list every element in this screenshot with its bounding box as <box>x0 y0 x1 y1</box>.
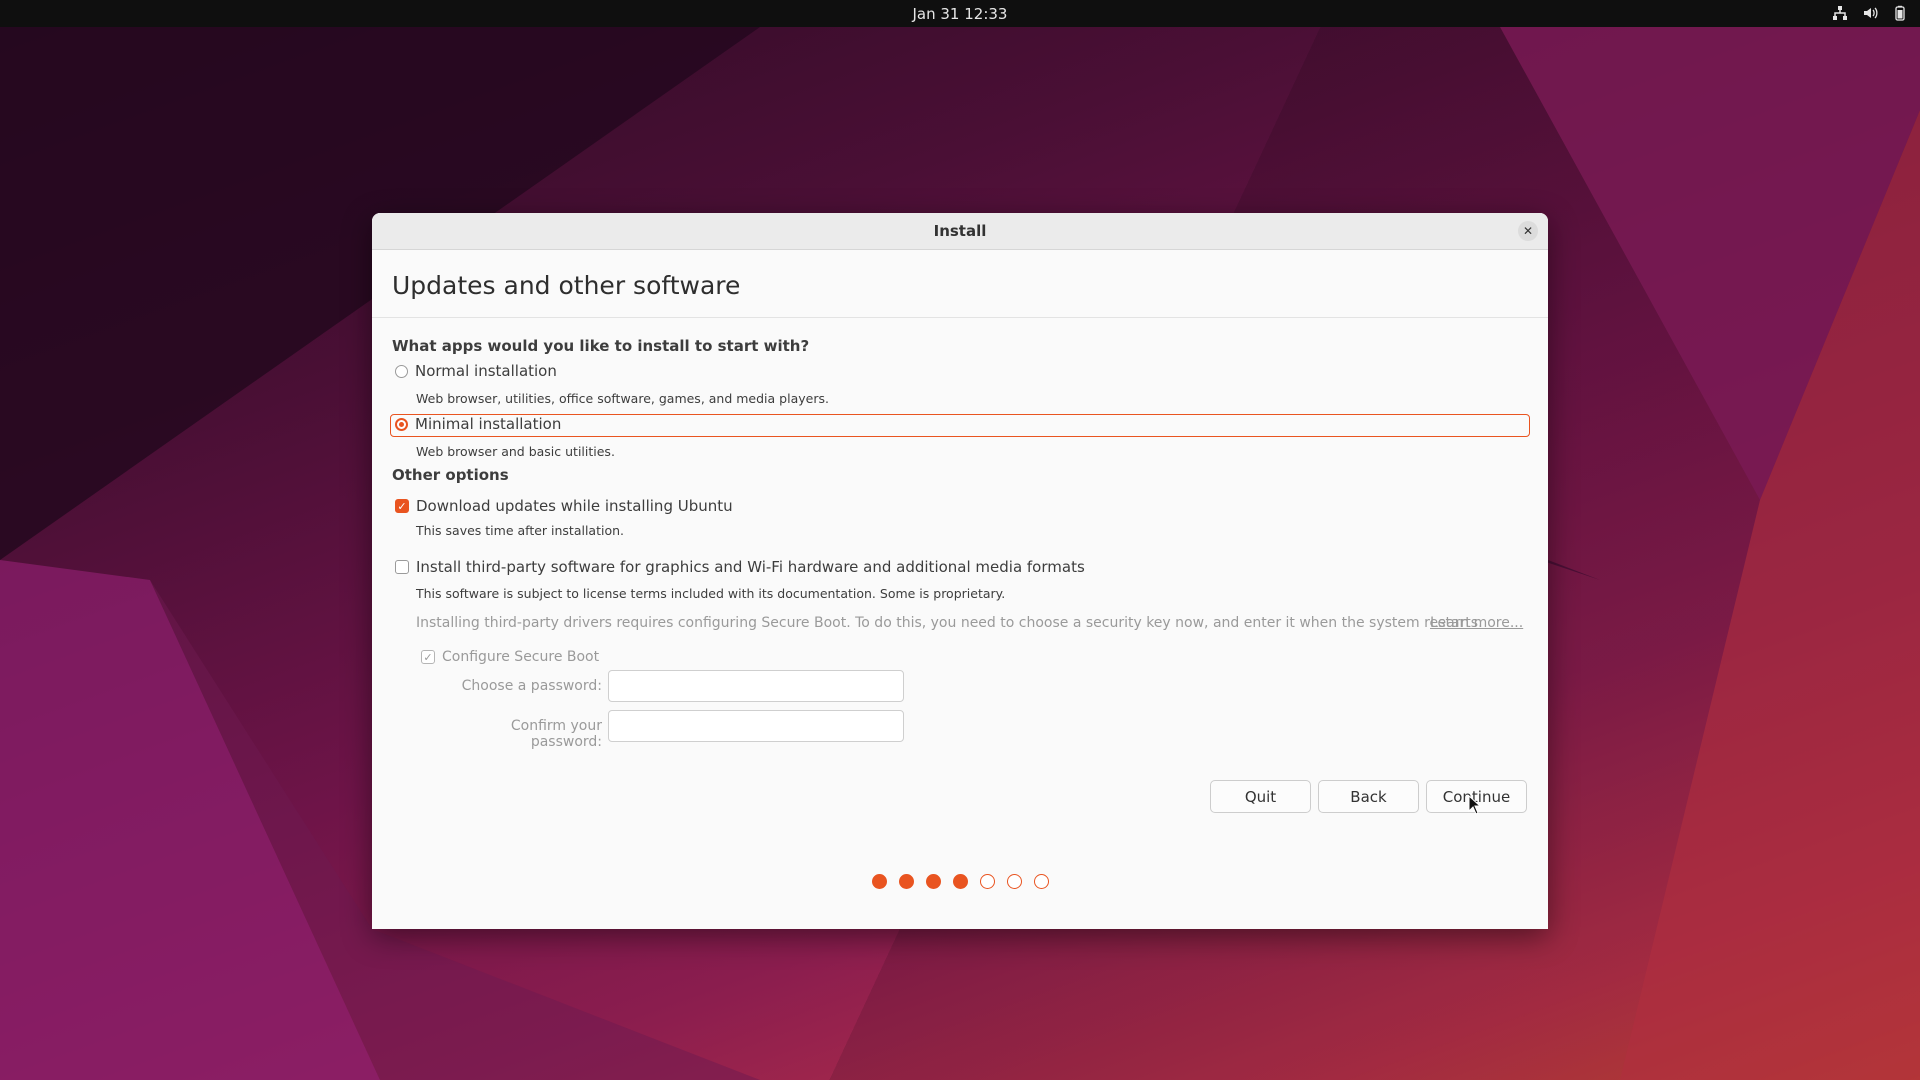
install-dialog: Install ✕ Updates and other software Wha… <box>372 213 1548 929</box>
normal-installation-label[interactable]: Normal installation <box>415 362 557 380</box>
page-title: Updates and other software <box>392 271 741 300</box>
download-updates-option[interactable]: ✓ Download updates while installing Ubun… <box>395 497 733 515</box>
download-updates-checkbox[interactable]: ✓ <box>395 499 409 513</box>
password-label: Choose a password: <box>461 678 602 694</box>
configure-secure-boot-label[interactable]: Configure Secure Boot <box>442 649 599 665</box>
progress-dot <box>1033 874 1049 889</box>
close-icon: ✕ <box>1522 224 1534 238</box>
volume-icon[interactable] <box>1860 3 1880 23</box>
install-question: What apps would you like to install to s… <box>392 337 810 355</box>
progress-dots <box>372 874 1548 889</box>
system-tray[interactable] <box>1830 3 1910 23</box>
minimal-installation-description: Web browser and basic utilities. <box>416 444 615 459</box>
progress-dot <box>979 874 995 889</box>
back-button[interactable]: Back <box>1318 780 1419 813</box>
other-options-heading: Other options <box>392 466 509 484</box>
clock[interactable]: Jan 31 12:33 <box>0 5 1920 23</box>
top-bar: Jan 31 12:33 <box>0 0 1920 27</box>
mouse-cursor-icon <box>1468 795 1482 815</box>
progress-dot <box>925 874 941 889</box>
third-party-option[interactable]: Install third-party software for graphic… <box>395 558 1085 576</box>
configure-secure-boot-checkbox[interactable]: ✓ <box>421 650 435 664</box>
configure-secure-boot-option[interactable]: ✓ Configure Secure Boot <box>421 649 599 665</box>
minimal-installation-radio[interactable] <box>395 417 408 431</box>
progress-dot <box>1006 874 1022 889</box>
secure-boot-note: Installing third-party drivers requires … <box>416 615 1483 631</box>
normal-installation-option[interactable]: Normal installation <box>395 362 557 380</box>
close-button[interactable]: ✕ <box>1518 221 1538 241</box>
divider <box>372 317 1548 318</box>
minimal-installation-option[interactable]: Minimal installation <box>395 415 561 433</box>
password-input[interactable] <box>608 670 904 702</box>
confirm-password-label: Confirm your password: <box>510 718 602 750</box>
download-updates-label[interactable]: Download updates while installing Ubuntu <box>416 497 733 515</box>
minimal-installation-label[interactable]: Minimal installation <box>415 415 561 433</box>
network-icon[interactable] <box>1830 3 1850 23</box>
third-party-description: This software is subject to license term… <box>416 586 1006 601</box>
progress-dot <box>898 874 914 889</box>
quit-button[interactable]: Quit <box>1210 780 1311 813</box>
normal-installation-description: Web browser, utilities, office software,… <box>416 391 829 406</box>
window-title: Install <box>933 222 987 240</box>
progress-dot <box>952 874 968 889</box>
learn-more-link[interactable]: Learn more... <box>1430 615 1523 631</box>
battery-icon[interactable] <box>1890 3 1910 23</box>
download-updates-description: This saves time after installation. <box>416 523 625 538</box>
progress-dot <box>871 874 887 889</box>
confirm-password-input[interactable] <box>608 710 904 742</box>
normal-installation-radio[interactable] <box>395 364 408 378</box>
third-party-label[interactable]: Install third-party software for graphic… <box>416 558 1085 576</box>
window-titlebar[interactable]: Install ✕ <box>372 213 1548 250</box>
third-party-checkbox[interactable] <box>395 560 409 574</box>
